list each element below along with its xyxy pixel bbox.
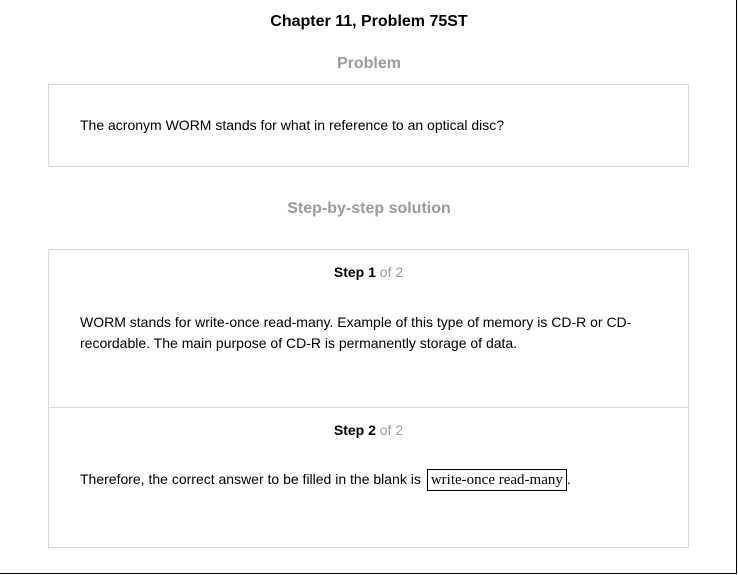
step-total: of 2 (379, 264, 404, 280)
solution-heading: Step-by-step solution (287, 200, 451, 217)
step-1-header: Step 1 of 2 (49, 263, 688, 281)
step-2-text: Therefore, the correct answer to be fill… (80, 469, 660, 492)
solution-card: Step 1 of 2 WORM stands for write-once r… (48, 249, 689, 548)
step-2-text-after: . (566, 471, 571, 487)
page-title: Chapter 11, Problem 75ST (270, 13, 468, 30)
step-2: Step 2 of 2 Therefore, the correct answe… (49, 408, 688, 547)
problem-heading: Problem (336, 55, 401, 72)
problem-text: The acronym WORM stands for what in refe… (80, 117, 505, 133)
step-1: Step 1 of 2 WORM stands for write-once r… (49, 250, 688, 408)
step-number: 1 (368, 264, 376, 280)
step-1-text: WORM stands for write-once read-many. Ex… (80, 314, 632, 351)
step-total: of 2 (379, 422, 404, 438)
answer-box: write-once read-many (426, 469, 567, 492)
problem-card: The acronym WORM stands for what in refe… (48, 84, 689, 167)
step-label: Step (333, 264, 365, 280)
step-2-header: Step 2 of 2 (49, 421, 688, 439)
step-2-text-before: Therefore, the correct answer to be fill… (80, 471, 421, 487)
step-number: 2 (368, 422, 376, 438)
step-label: Step (333, 422, 365, 438)
